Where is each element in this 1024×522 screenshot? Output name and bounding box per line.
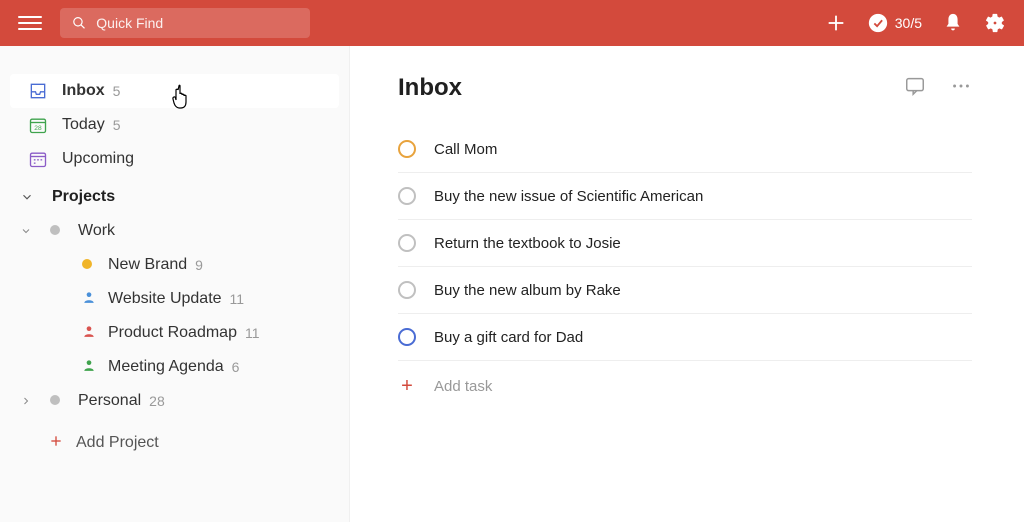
chevron-right-icon[interactable] [20, 395, 32, 407]
person-icon [82, 358, 96, 377]
task-row[interactable]: Call Mom [398, 126, 972, 173]
karma-count: 30/5 [895, 15, 922, 31]
project-count: 11 [230, 291, 245, 307]
project-meeting-agenda[interactable]: Meeting Agenda 6 [0, 350, 349, 384]
sidebar-item-upcoming[interactable]: Upcoming [10, 142, 339, 176]
sidebar-item-count: 5 [113, 117, 121, 133]
sidebar: Inbox 5 28 Today 5 Upcoming Projects Work New … [0, 46, 350, 522]
notifications-button[interactable] [942, 12, 964, 34]
sidebar-item-label: Upcoming [62, 150, 134, 168]
add-project-label: Add Project [76, 434, 159, 452]
top-bar: 30/5 [0, 0, 1024, 46]
project-product-roadmap[interactable]: Product Roadmap 11 [0, 316, 349, 350]
search-input[interactable] [96, 15, 298, 31]
top-bar-actions: 30/5 [825, 12, 1006, 34]
project-color-icon [82, 256, 92, 274]
task-checkbox[interactable] [398, 187, 416, 205]
more-options-button[interactable] [950, 75, 972, 102]
sidebar-item-count: 5 [113, 83, 121, 99]
menu-toggle-button[interactable] [18, 11, 42, 35]
project-label: Work [78, 222, 115, 240]
add-task-button[interactable]: + Add task [398, 361, 972, 411]
project-count: 9 [195, 257, 203, 273]
more-horizontal-icon [950, 75, 972, 97]
task-checkbox[interactable] [398, 140, 416, 158]
check-circle-icon [867, 12, 889, 34]
project-label: Meeting Agenda [108, 358, 224, 376]
search-icon [72, 15, 86, 31]
task-list: Call Mom Buy the new issue of Scientific … [398, 126, 972, 361]
plus-icon [48, 433, 64, 454]
sidebar-item-label: Today [62, 116, 105, 134]
task-label: Call Mom [434, 141, 497, 158]
project-count: 6 [232, 359, 240, 375]
calendar-today-icon: 28 [26, 115, 50, 135]
sidebar-item-label: Inbox [62, 82, 105, 100]
svg-text:28: 28 [34, 125, 42, 132]
projects-header-label: Projects [52, 188, 115, 206]
gear-icon [984, 12, 1006, 34]
projects-section-header[interactable]: Projects [0, 176, 349, 214]
task-row[interactable]: Buy the new album by Rake [398, 267, 972, 314]
project-label: Product Roadmap [108, 324, 237, 342]
task-checkbox[interactable] [398, 234, 416, 252]
project-color-icon [50, 222, 60, 240]
project-new-brand[interactable]: New Brand 9 [0, 248, 349, 282]
search-box[interactable] [60, 8, 310, 38]
project-color-icon [50, 392, 60, 410]
task-checkbox[interactable] [398, 328, 416, 346]
comments-button[interactable] [904, 75, 926, 102]
sidebar-item-today[interactable]: 28 Today 5 [10, 108, 339, 142]
task-label: Buy the new issue of Scientific American [434, 188, 703, 205]
chevron-down-icon[interactable] [20, 225, 32, 237]
project-label: New Brand [108, 256, 187, 274]
add-task-quick-button[interactable] [825, 12, 847, 34]
project-count: 11 [245, 325, 260, 341]
project-label: Website Update [108, 290, 222, 308]
task-checkbox[interactable] [398, 281, 416, 299]
bell-icon [942, 12, 964, 34]
person-icon [82, 290, 96, 309]
plus-icon: + [398, 377, 416, 395]
task-label: Buy a gift card for Dad [434, 329, 583, 346]
project-website-update[interactable]: Website Update 11 [0, 282, 349, 316]
settings-button[interactable] [984, 12, 1006, 34]
chevron-down-icon [20, 190, 34, 204]
productivity-karma-button[interactable]: 30/5 [867, 12, 922, 34]
add-task-label: Add task [434, 378, 492, 395]
add-project-button[interactable]: Add Project [0, 418, 349, 460]
sidebar-item-inbox[interactable]: Inbox 5 [10, 74, 339, 108]
project-label: Personal [78, 392, 141, 410]
person-icon [82, 324, 96, 343]
task-label: Return the textbook to Josie [434, 235, 621, 252]
task-row[interactable]: Buy a gift card for Dad [398, 314, 972, 361]
task-label: Buy the new album by Rake [434, 282, 621, 299]
calendar-upcoming-icon [26, 149, 50, 169]
project-count: 28 [149, 393, 165, 409]
plus-icon [825, 12, 847, 34]
task-row[interactable]: Return the textbook to Josie [398, 220, 972, 267]
inbox-icon [26, 81, 50, 101]
project-personal[interactable]: Personal 28 [0, 384, 349, 418]
task-row[interactable]: Buy the new issue of Scientific American [398, 173, 972, 220]
comment-icon [904, 75, 926, 97]
project-work[interactable]: Work [0, 214, 349, 248]
main-content: Inbox Call Mom Buy the new issue of Scien… [350, 46, 1024, 522]
page-title: Inbox [398, 74, 904, 102]
